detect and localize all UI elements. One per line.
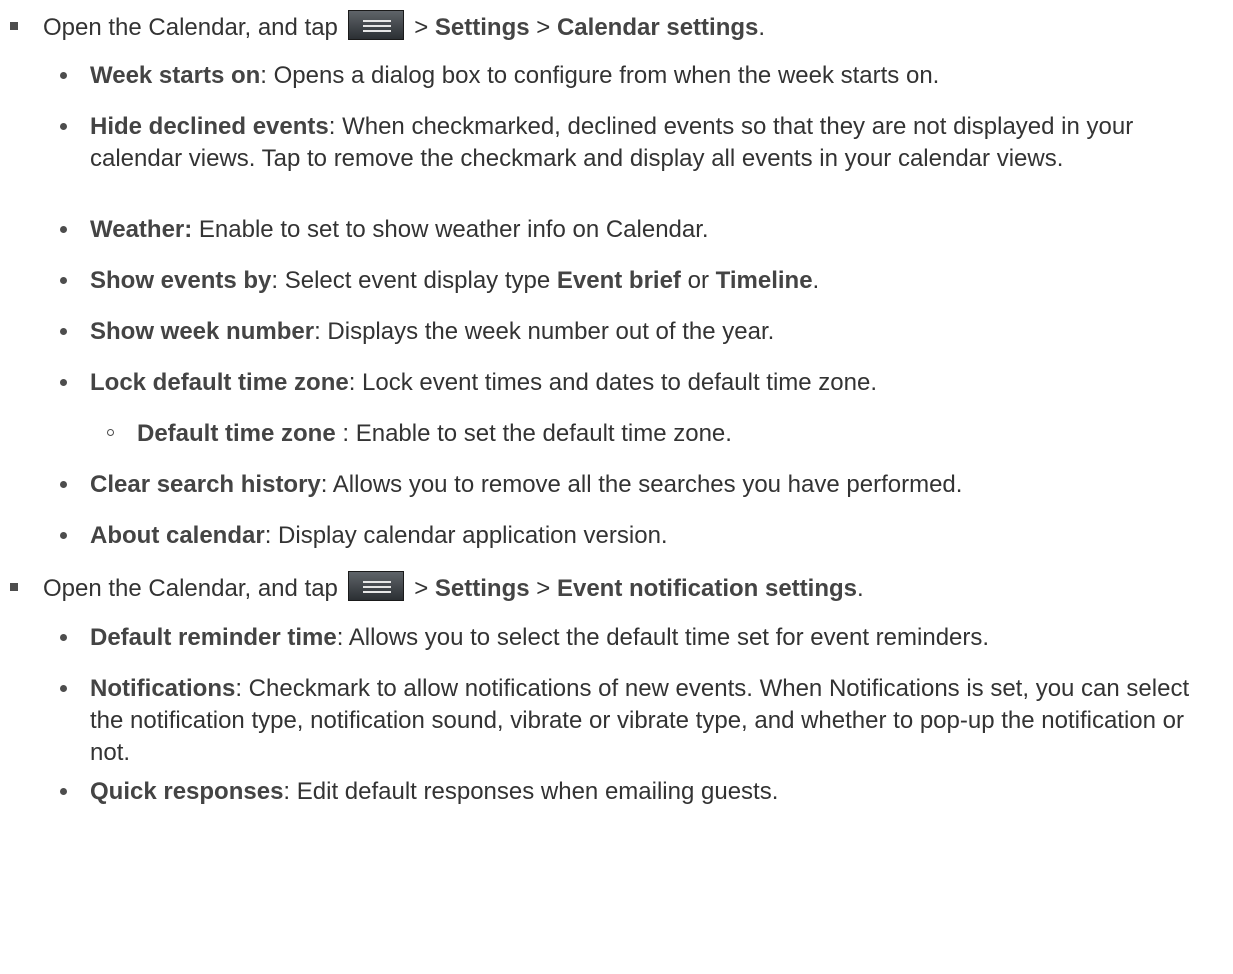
list-item: Clear search history: Allows you to remo…	[90, 469, 1220, 501]
term-label: Week starts on	[90, 62, 261, 89]
text-span: Open the Calendar, and tap	[43, 575, 338, 602]
term-label: Event brief	[556, 267, 681, 294]
term-label: Show events by	[90, 267, 272, 294]
term-label: Default reminder time	[90, 624, 337, 651]
dot-bullet	[60, 634, 67, 641]
dot-bullet	[60, 788, 67, 795]
document-page: Open the Calendar, and tap > Settings > …	[0, 0, 1233, 974]
list-item: Show events by: Select event display typ…	[90, 265, 1220, 297]
list-item: Weather: Enable to set to show weather i…	[90, 214, 1220, 246]
term-label: Settings	[434, 575, 530, 602]
term-label: Show week number	[90, 318, 315, 345]
term-label: Default time zone	[137, 420, 336, 447]
dot-bullet	[60, 328, 67, 335]
term-label: Event notification settings	[556, 575, 857, 602]
square-bullet	[10, 22, 18, 30]
text-span: : Allows you to select the default time …	[336, 624, 990, 651]
list-item: Show week number: Displays the week numb…	[90, 316, 1220, 348]
list-item: Quick responses: Edit default responses …	[90, 776, 1220, 808]
section-1-intro: Open the Calendar, and tap > Settings > …	[43, 10, 1193, 44]
dot-bullet	[60, 532, 67, 539]
square-bullet	[10, 583, 18, 591]
text-span: .	[758, 14, 766, 41]
text-span: Open the Calendar, and tap	[43, 14, 338, 41]
term-label: About calendar	[90, 522, 265, 549]
ring-bullet	[107, 429, 114, 436]
text-span: >	[407, 14, 435, 41]
text-span: : Lock event times and dates to default …	[348, 369, 878, 396]
list-item: Lock default time zone: Lock event times…	[90, 367, 1220, 399]
list-item: Week starts on: Opens a dialog box to co…	[90, 60, 1220, 92]
dot-bullet	[60, 72, 67, 79]
menu-icon	[347, 571, 404, 601]
section-2-intro: Open the Calendar, and tap > Settings > …	[43, 571, 1193, 605]
dot-bullet	[60, 481, 67, 488]
text-span: : Checkmark to allow notifications of ne…	[90, 675, 1190, 766]
text-span: : Allows you to remove all the searches …	[320, 471, 963, 498]
term-label: Clear search history	[90, 471, 321, 498]
dot-bullet	[60, 379, 67, 386]
dot-bullet	[60, 226, 67, 233]
dot-bullet	[60, 685, 67, 692]
dot-bullet	[60, 123, 67, 130]
list-subitem: Default time zone : Enable to set the de…	[137, 418, 1217, 450]
text-span: >	[529, 575, 557, 602]
text-span: Enable to set to show weather info on Ca…	[192, 216, 709, 243]
term-label: Timeline	[715, 267, 813, 294]
text-span: : Select event display type	[271, 267, 557, 294]
list-item: About calendar: Display calendar applica…	[90, 520, 1220, 552]
list-item: Hide declined events: When checkmarked, …	[90, 111, 1220, 175]
text-span: >	[407, 575, 435, 602]
term-label: Weather:	[90, 216, 193, 243]
text-span: .	[857, 575, 864, 602]
term-label: Calendar settings	[556, 14, 759, 41]
term-label: Lock default time zone	[90, 369, 349, 396]
term-label: Quick responses	[90, 778, 284, 805]
menu-icon	[347, 10, 404, 40]
text-span: : Displays the week number out of the ye…	[314, 318, 775, 345]
term-label: Notifications	[90, 675, 236, 702]
term-label: Settings	[434, 14, 530, 41]
text-span: >	[529, 14, 557, 41]
text-span: : Edit default responses when emailing g…	[283, 778, 779, 805]
text-span: : Enable to set the default time zone.	[335, 420, 732, 447]
list-item: Default reminder time: Allows you to sel…	[90, 622, 1220, 654]
dot-bullet	[60, 277, 67, 284]
text-span: : Opens a dialog box to configure from w…	[260, 62, 940, 89]
text-span: or	[680, 267, 716, 294]
text-span: : Display calendar application version.	[264, 522, 668, 549]
text-span: .	[812, 267, 820, 294]
list-item: Notifications: Checkmark to allow notifi…	[90, 673, 1220, 769]
term-label: Hide declined events	[90, 113, 329, 140]
